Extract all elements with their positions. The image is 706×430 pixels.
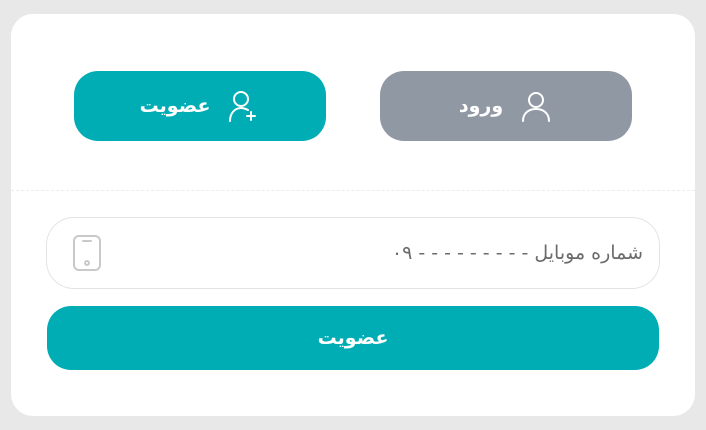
user-icon bbox=[519, 89, 553, 123]
phone-number-input[interactable] bbox=[117, 218, 643, 288]
phone-field bbox=[46, 217, 660, 289]
section-divider bbox=[11, 190, 695, 191]
register-tab-label: عضویت bbox=[139, 95, 211, 117]
auth-card: ورود عضویت عضویت bbox=[11, 14, 695, 416]
login-tab-label: ورود bbox=[458, 95, 504, 117]
register-tab-button[interactable]: عضویت bbox=[74, 71, 326, 141]
user-add-icon bbox=[226, 89, 260, 123]
auth-tabs: ورود عضویت bbox=[11, 14, 695, 190]
submit-button-label: عضویت bbox=[317, 327, 389, 349]
smartphone-icon bbox=[71, 235, 103, 271]
login-tab-button[interactable]: ورود bbox=[380, 71, 632, 141]
register-submit-button[interactable]: عضویت bbox=[47, 306, 659, 370]
